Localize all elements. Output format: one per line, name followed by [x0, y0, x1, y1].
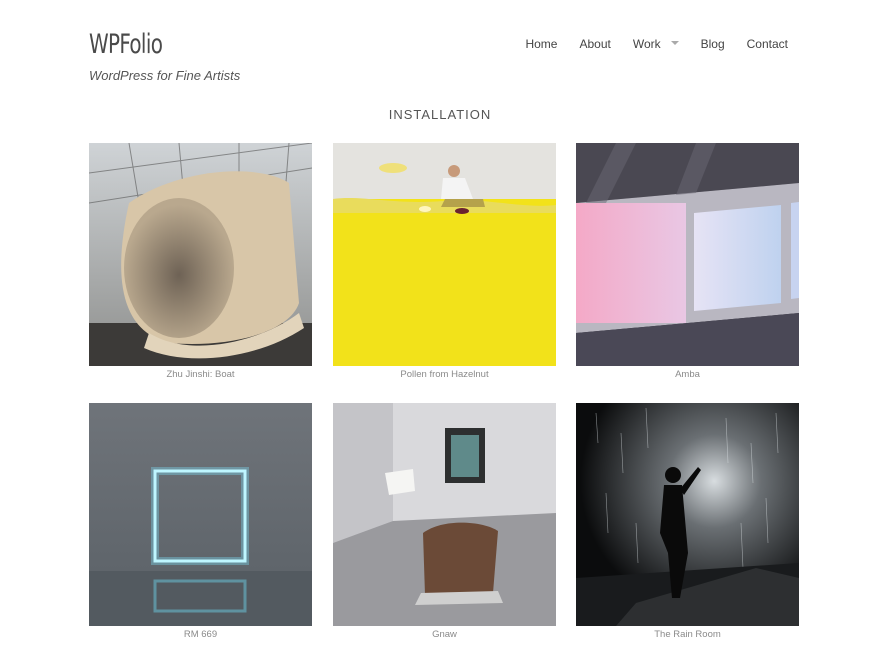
nav-label-about: About — [579, 37, 611, 51]
artwork-caption: Amba — [675, 369, 700, 380]
gallery-item-gnaw[interactable]: Gnaw — [333, 403, 556, 640]
artwork-thumbnail[interactable] — [333, 143, 556, 366]
site-title[interactable]: WPFolio — [89, 29, 163, 60]
nav-item-about[interactable]: About — [579, 37, 610, 51]
nav-label-blog: Blog — [700, 37, 725, 51]
artwork-caption: Zhu Jinshi: Boat — [166, 369, 235, 380]
gallery-item-amba[interactable]: Amba — [576, 143, 799, 380]
artwork-caption: RM 669 — [183, 629, 218, 640]
nav-label-contact: Contact — [746, 37, 788, 51]
nav-item-contact[interactable]: Contact — [747, 37, 788, 51]
artwork-thumbnail[interactable] — [576, 143, 799, 366]
artwork-caption: The Rain Room — [654, 629, 721, 640]
page-title: INSTALLATION — [388, 107, 492, 122]
artwork-thumbnail[interactable] — [333, 403, 556, 626]
chevron-down-icon — [670, 41, 679, 45]
gallery-item-zhu-jinshi-boat[interactable]: Zhu Jinshi: Boat — [89, 143, 312, 380]
artwork-caption: Pollen from Hazelnut — [400, 369, 489, 380]
gallery-item-rm-669[interactable]: RM 669 — [89, 403, 312, 640]
nav-label-home: Home — [525, 37, 558, 51]
nav-label-work: Work — [632, 37, 661, 51]
artwork-caption: Gnaw — [432, 629, 457, 640]
nav-item-work[interactable]: Work — [633, 37, 679, 51]
gallery-item-pollen-from-hazelnut[interactable]: Pollen from Hazelnut — [333, 143, 556, 380]
site-tagline: WordPress for Fine Artists — [89, 68, 241, 83]
main-nav: Home About Work Blog Contact — [503, 37, 788, 51]
gallery-item-the-rain-room[interactable]: The Rain Room — [576, 403, 799, 640]
artwork-thumbnail[interactable] — [89, 143, 312, 366]
nav-item-home[interactable]: Home — [525, 37, 557, 51]
artwork-thumbnail[interactable] — [89, 403, 312, 626]
artwork-thumbnail[interactable] — [576, 403, 799, 626]
nav-item-blog[interactable]: Blog — [701, 37, 725, 51]
